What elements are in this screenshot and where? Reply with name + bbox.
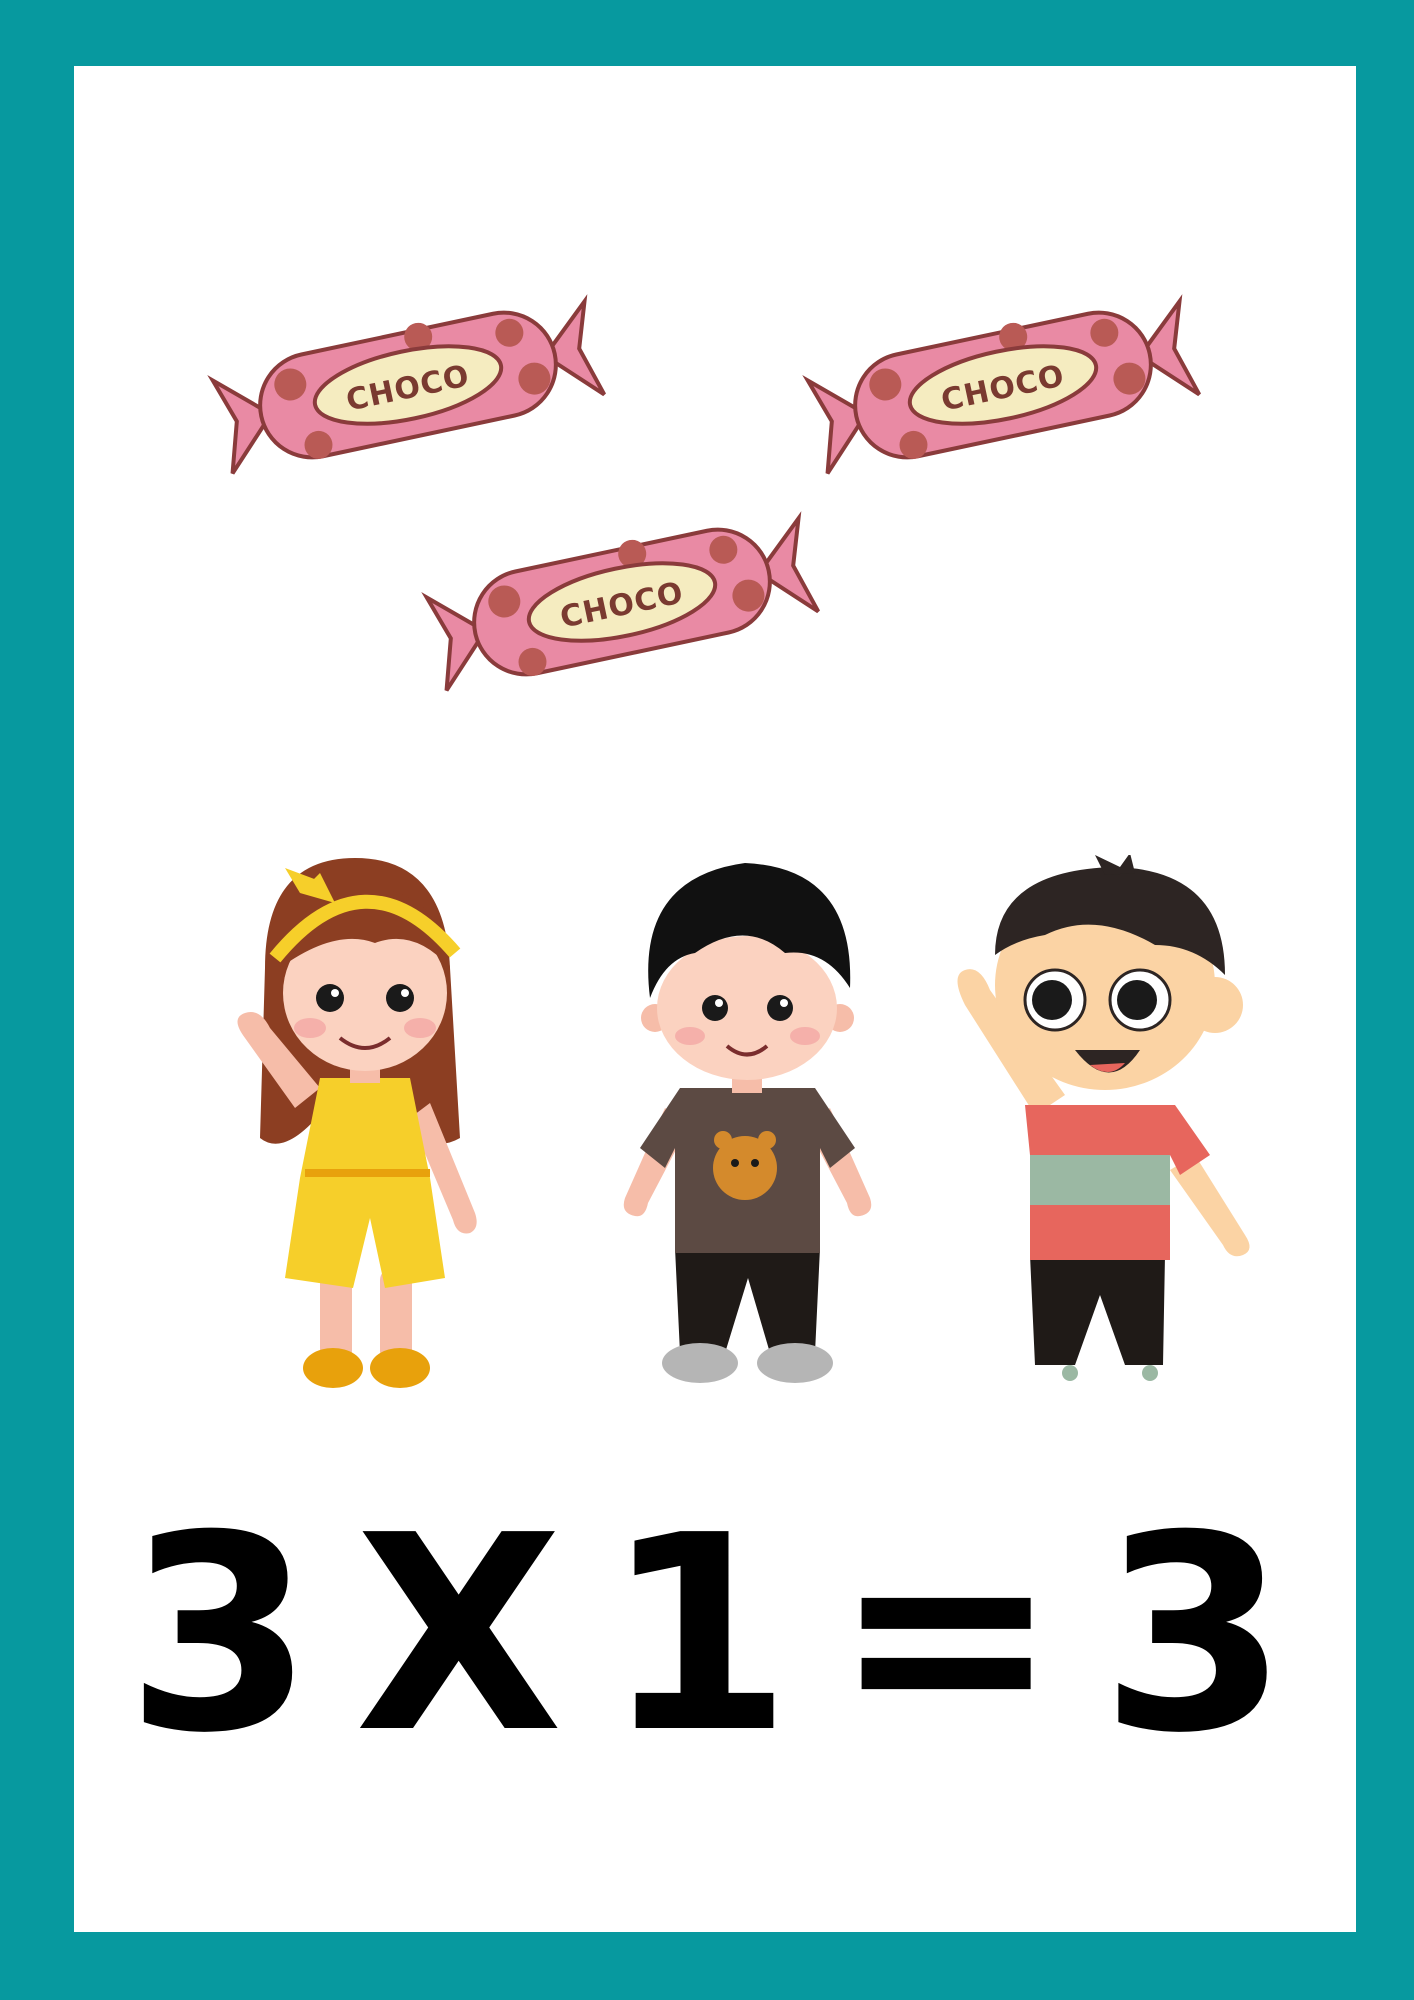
candy-1: CHOCO	[198, 285, 618, 485]
boy-waving-striped-shirt-illustration	[925, 855, 1270, 1385]
equation-equals-sign: =	[833, 1477, 1060, 1792]
equation-result: 3	[1100, 1477, 1289, 1792]
candy-3: CHOCO	[412, 502, 832, 702]
girl-yellow-dress-illustration	[225, 848, 510, 1400]
equation-left-operand: 3	[125, 1477, 314, 1792]
equation-right-operand: 1	[604, 1477, 792, 1792]
candy-2: CHOCO	[793, 285, 1213, 485]
boy-bear-shirt-illustration	[615, 848, 880, 1400]
multiplication-equation: 3 X 1 = 3	[0, 1500, 1414, 1770]
equation-operator: X	[354, 1477, 563, 1792]
